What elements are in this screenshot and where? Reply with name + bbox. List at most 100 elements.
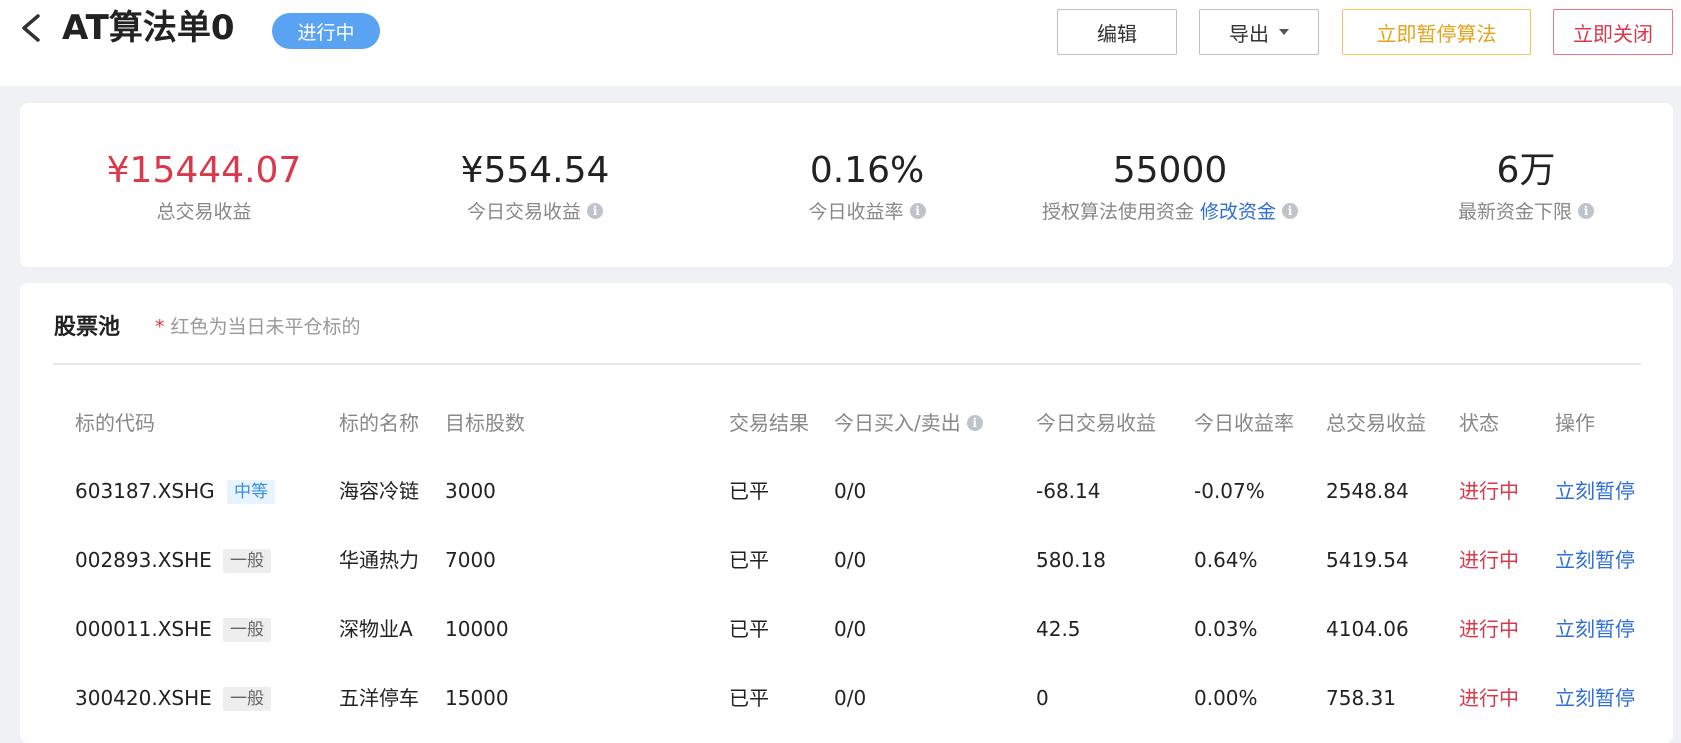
pause-algorithm-label: 立即暂停算法 — [1376, 21, 1497, 46]
info-icon[interactable]: i — [909, 202, 926, 219]
cell-today-rate: -0.07% — [1194, 479, 1265, 503]
cell-name: 海容冷链 — [339, 479, 419, 503]
cell-code: 000011.XSHE — [75, 617, 212, 641]
edit-button[interactable]: 编辑 — [1057, 9, 1177, 55]
stock-pool-card: 股票池 * 红色为当日未平仓标的 标的代码 标的名称 目标股数 交易结果 今日买入… — [20, 283, 1673, 743]
cell-today-profit: 580.18 — [1036, 548, 1106, 572]
column-header-total-profit: 总交易收益 — [1326, 411, 1426, 435]
stats-card: ¥15444.07 总交易收益 ¥554.54 今日交易收益 i 0.16% 今… — [20, 103, 1673, 267]
cell-total-profit: 2548.84 — [1326, 479, 1409, 503]
stat-today-rate: 0.16% 今日收益率 i — [747, 149, 987, 224]
stat-label: 授权算法使用资金 — [1041, 201, 1194, 223]
column-header-result: 交易结果 — [729, 411, 809, 435]
level-tag: 一般 — [223, 549, 271, 573]
page-title: AT算法单0 — [62, 8, 235, 48]
stat-value: ¥554.54 — [460, 150, 610, 191]
cell-code: 300420.XSHE — [75, 686, 212, 710]
cell-shares: 15000 — [445, 686, 509, 710]
pause-row-link[interactable]: 立刻暂停 — [1555, 616, 1635, 642]
column-header-name: 标的名称 — [339, 411, 419, 435]
stat-label-row: 今日收益率 i — [747, 197, 987, 224]
page-header: AT算法单0 进行中 编辑 导出 立即暂停算法 立即关闭 — [0, 0, 1681, 86]
close-now-label: 立即关闭 — [1573, 21, 1653, 46]
cell-total-profit: 758.31 — [1326, 686, 1396, 710]
section-title: 股票池 — [54, 315, 121, 340]
cell-result: 已平 — [729, 617, 769, 641]
level-tag: 中等 — [227, 480, 275, 504]
modify-funds-link[interactable]: 修改资金 — [1200, 197, 1276, 224]
info-icon[interactable]: i — [587, 202, 603, 219]
cell-shares: 10000 — [445, 617, 509, 641]
stat-value: 6万 — [1496, 150, 1556, 191]
cell-name: 华通热力 — [339, 548, 419, 572]
note-text: 红色为当日未平仓标的 — [170, 316, 361, 338]
cell-today-rate: 0.64% — [1194, 548, 1258, 572]
caret-down-icon — [1279, 29, 1289, 35]
column-header-status: 状态 — [1459, 411, 1499, 435]
cell-buysell: 0/0 — [834, 479, 867, 503]
back-arrow-icon[interactable] — [16, 12, 48, 44]
cell-total-profit: 5419.54 — [1326, 548, 1409, 572]
cell-name: 深物业A — [339, 617, 413, 641]
stat-label: 今日交易收益 — [466, 201, 581, 223]
stat-label: 总交易收益 — [156, 201, 252, 223]
column-header-action: 操作 — [1555, 411, 1595, 435]
cell-code: 002893.XSHE — [75, 548, 212, 572]
stat-label: 今日收益率 — [808, 201, 904, 223]
stat-label-row: 总交易收益 — [84, 197, 324, 224]
stat-value: ¥15444.07 — [106, 150, 302, 191]
cell-total-profit: 4104.06 — [1326, 617, 1409, 641]
pause-algorithm-button[interactable]: 立即暂停算法 — [1342, 9, 1531, 55]
edit-button-label: 编辑 — [1097, 21, 1137, 46]
cell-result: 已平 — [729, 479, 769, 503]
pause-row-link[interactable]: 立刻暂停 — [1555, 547, 1635, 573]
column-header-code: 标的代码 — [75, 411, 155, 435]
cell-today-profit: -68.14 — [1036, 479, 1101, 503]
column-header-today-profit: 今日交易收益 — [1036, 411, 1156, 435]
stat-label-row: 最新资金下限 i — [1406, 197, 1646, 224]
status-badge: 进行中 — [272, 13, 380, 49]
level-tag: 一般 — [223, 618, 271, 642]
cell-code: 603187.XSHG — [75, 479, 215, 503]
cell-shares: 7000 — [445, 548, 496, 572]
cell-buysell: 0/0 — [834, 548, 867, 572]
stat-authorized-funds: 55000 授权算法使用资金 修改资金 i — [1020, 149, 1320, 224]
info-icon[interactable]: i — [1578, 202, 1594, 219]
stat-total-profit: ¥15444.07 总交易收益 — [84, 149, 324, 224]
cell-shares: 3000 — [445, 479, 496, 503]
close-now-button[interactable]: 立即关闭 — [1553, 9, 1673, 55]
cell-buysell: 0/0 — [834, 686, 867, 710]
stat-value: 55000 — [1112, 150, 1228, 191]
cell-status: 进行中 — [1459, 548, 1519, 572]
cell-status: 进行中 — [1459, 617, 1519, 641]
cell-result: 已平 — [729, 548, 769, 572]
stat-label-row: 授权算法使用资金 修改资金 i — [1020, 197, 1320, 224]
pause-row-link[interactable]: 立刻暂停 — [1555, 478, 1635, 504]
stat-value: 0.16% — [809, 150, 925, 191]
column-header-today-rate: 今日收益率 — [1194, 411, 1294, 435]
section-note: * 红色为当日未平仓标的 — [155, 312, 361, 339]
cell-today-profit: 42.5 — [1036, 617, 1081, 641]
stat-label: 最新资金下限 — [1457, 201, 1572, 223]
column-header-buysell-label: 今日买入/卖出 — [834, 411, 961, 435]
info-icon[interactable]: i — [966, 415, 983, 431]
export-button-label: 导出 — [1229, 21, 1269, 46]
cell-today-rate: 0.00% — [1194, 686, 1258, 710]
column-header-buysell: 今日买入/卖出 i — [834, 410, 983, 436]
cell-status: 进行中 — [1459, 686, 1519, 710]
stat-fund-floor: 6万 最新资金下限 i — [1406, 149, 1646, 224]
column-header-shares: 目标股数 — [445, 411, 525, 435]
divider — [53, 363, 1641, 365]
required-star: * — [155, 316, 165, 338]
info-icon[interactable]: i — [1282, 202, 1299, 219]
cell-result: 已平 — [729, 686, 769, 710]
export-dropdown-button[interactable]: 导出 — [1199, 9, 1319, 55]
stat-label-row: 今日交易收益 i — [415, 197, 655, 224]
pause-row-link[interactable]: 立刻暂停 — [1555, 685, 1635, 711]
cell-today-rate: 0.03% — [1194, 617, 1258, 641]
cell-today-profit: 0 — [1036, 686, 1049, 710]
level-tag: 一般 — [223, 687, 271, 711]
cell-name: 五洋停车 — [339, 686, 419, 710]
cell-status: 进行中 — [1459, 479, 1519, 503]
cell-buysell: 0/0 — [834, 617, 867, 641]
